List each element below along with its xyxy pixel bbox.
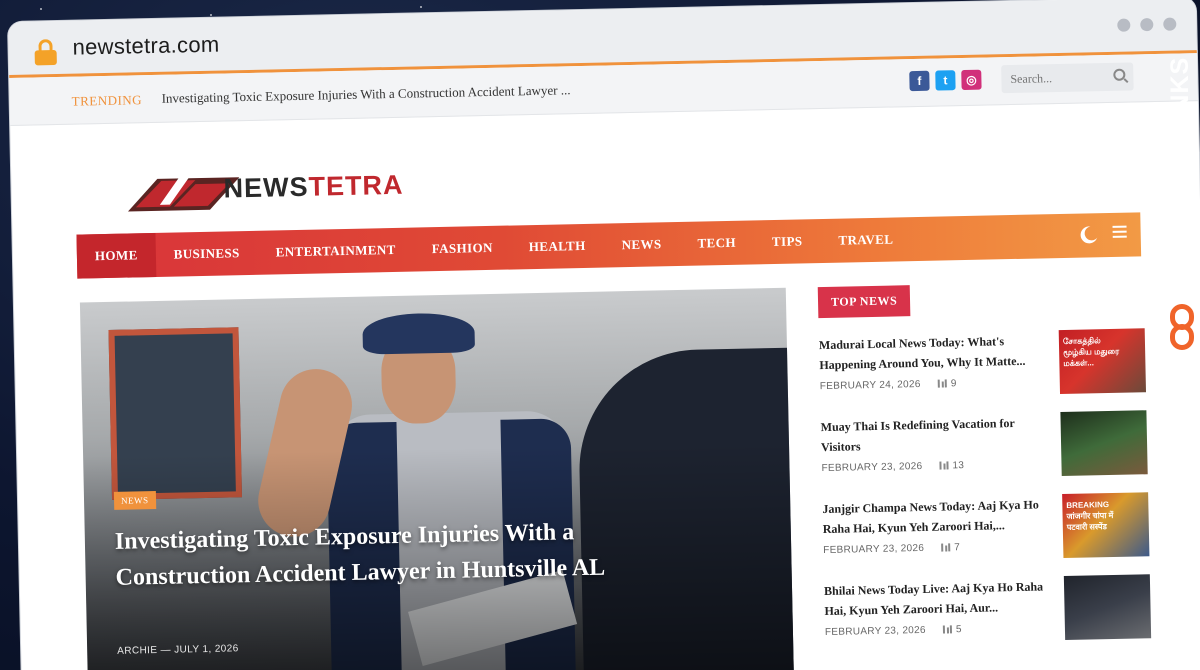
hero-date: JULY 1, 2026 <box>174 643 239 656</box>
search-icon[interactable] <box>1113 68 1126 81</box>
nav-item-business[interactable]: BUSINESS <box>155 231 258 277</box>
views-count: 5 <box>942 624 962 636</box>
nav-item-fashion[interactable]: FASHION <box>413 226 511 272</box>
hero-overlay <box>79 287 794 670</box>
views-value: 5 <box>955 624 962 636</box>
nav-item-entertainment[interactable]: ENTERTAINMENT <box>257 228 414 275</box>
side-watermark: GUESTPOSTLINKS <box>1160 52 1200 372</box>
news-date: FEBRUARY 23, 2026 <box>821 460 923 475</box>
views-count: 7 <box>941 542 960 553</box>
views-icon <box>941 543 951 552</box>
browser-window: newstetra.com TRENDING Investigating Tox… <box>8 0 1200 670</box>
hero-title[interactable]: Investigating Toxic Exposure Injuries Wi… <box>115 513 636 596</box>
list-item[interactable]: Bhilai News Today Live: Aaj Kya Ho Raha … <box>824 574 1160 663</box>
meta-separator: — <box>160 644 172 656</box>
nav-item-news[interactable]: NEWS <box>603 222 680 268</box>
twitter-icon[interactable]: t <box>935 70 956 91</box>
news-title[interactable]: Muay Thai Is Redefining Vacation for Vis… <box>820 412 1047 457</box>
nav-item-tips[interactable]: TIPS <box>754 219 821 264</box>
window-dot[interactable] <box>1140 18 1154 32</box>
search-box <box>1001 62 1134 94</box>
logo-text-part2: TETRA <box>308 169 404 202</box>
instagram-icon[interactable]: ◎ <box>961 69 982 91</box>
views-icon <box>937 379 947 388</box>
watermark-text: GUESTPOSTLINKS <box>1166 56 1194 300</box>
top-news-list: Madurai Local News Today: What's Happeni… <box>819 328 1160 663</box>
nav-item-home[interactable]: HOME <box>76 232 157 279</box>
trending-label: TRENDING <box>71 92 143 109</box>
window-controls <box>1117 17 1177 32</box>
news-date: FEBRUARY 24, 2026 <box>819 378 921 393</box>
news-date: FEBRUARY 23, 2026 <box>823 542 925 557</box>
news-thumbnail[interactable]: BREAKING जांजगीर चांपा में पटवारी सस्पें… <box>1062 492 1150 559</box>
views-value: 7 <box>954 542 961 554</box>
link-icon <box>1170 304 1194 352</box>
news-date: FEBRUARY 23, 2026 <box>824 624 926 639</box>
logo-text: NEWSTETRA <box>223 170 404 205</box>
news-meta: FEBRUARY 23, 2026 5 <box>825 624 962 638</box>
nav-item-travel[interactable]: TRAVEL <box>820 217 912 263</box>
news-title[interactable]: Madurai Local News Today: What's Happeni… <box>819 330 1046 375</box>
window-dot[interactable] <box>1117 18 1131 32</box>
news-title[interactable]: Janjgir Champa News Today: Aaj Kya Ho Ra… <box>822 494 1049 539</box>
top-news-label: TOP NEWS <box>817 285 911 319</box>
logo-mark-icon <box>127 174 240 212</box>
nav-item-tech[interactable]: TECH <box>679 220 754 266</box>
hero-author[interactable]: ARCHIE <box>117 645 157 657</box>
thumbnail-caption: BREAKING जांजगीर चांपा में पटवारी सस्पें… <box>1066 500 1114 532</box>
news-title[interactable]: Bhilai News Today Live: Aaj Kya Ho Raha … <box>824 576 1051 621</box>
news-meta: FEBRUARY 23, 2026 7 <box>823 542 960 556</box>
hero-article[interactable]: NEWS Investigating Toxic Exposure Injuri… <box>79 287 794 670</box>
views-icon <box>942 625 953 634</box>
views-count: 9 <box>937 378 957 390</box>
lock-icon <box>34 39 57 66</box>
social-links: f t ◎ <box>909 69 982 92</box>
news-thumbnail[interactable] <box>1063 574 1152 640</box>
trending-headline[interactable]: Investigating Toxic Exposure Injuries Wi… <box>161 82 570 107</box>
list-item[interactable]: Muay Thai Is Redefining Vacation for Vis… <box>820 410 1156 499</box>
moon-icon[interactable] <box>1082 224 1101 243</box>
list-item[interactable]: Janjgir Champa News Today: Aaj Kya Ho Ra… <box>822 492 1158 581</box>
url-bar[interactable]: newstetra.com <box>72 32 219 61</box>
facebook-icon[interactable]: f <box>909 70 930 92</box>
views-value: 9 <box>950 378 957 390</box>
views-count: 13 <box>939 460 964 472</box>
news-meta: FEBRUARY 24, 2026 9 <box>820 378 957 392</box>
logo-text-part1: NEWS <box>223 171 309 204</box>
nav-icons <box>1081 224 1127 243</box>
list-item[interactable]: Madurai Local News Today: What's Happeni… <box>819 328 1155 417</box>
main-nav: HOME BUSINESS ENTERTAINMENT FASHION HEAL… <box>76 212 1142 279</box>
search-input[interactable] <box>1001 63 1102 94</box>
news-thumbnail[interactable]: சோகத்தில் மூழ்கிய மதுரை மக்கள்... <box>1058 328 1147 395</box>
views-value: 13 <box>952 460 965 472</box>
menu-icon[interactable] <box>1112 225 1127 238</box>
views-icon <box>939 461 949 470</box>
thumbnail-caption: சோகத்தில் மூழ்கிய மதுரை மக்கள்... <box>1062 336 1120 368</box>
news-meta: FEBRUARY 23, 2026 13 <box>821 460 964 474</box>
window-dot[interactable] <box>1163 17 1177 31</box>
news-thumbnail[interactable] <box>1060 410 1148 477</box>
site-logo[interactable]: NEWSTETRA <box>119 161 440 214</box>
category-badge[interactable]: NEWS <box>113 491 156 510</box>
nav-item-health[interactable]: HEALTH <box>510 224 604 270</box>
